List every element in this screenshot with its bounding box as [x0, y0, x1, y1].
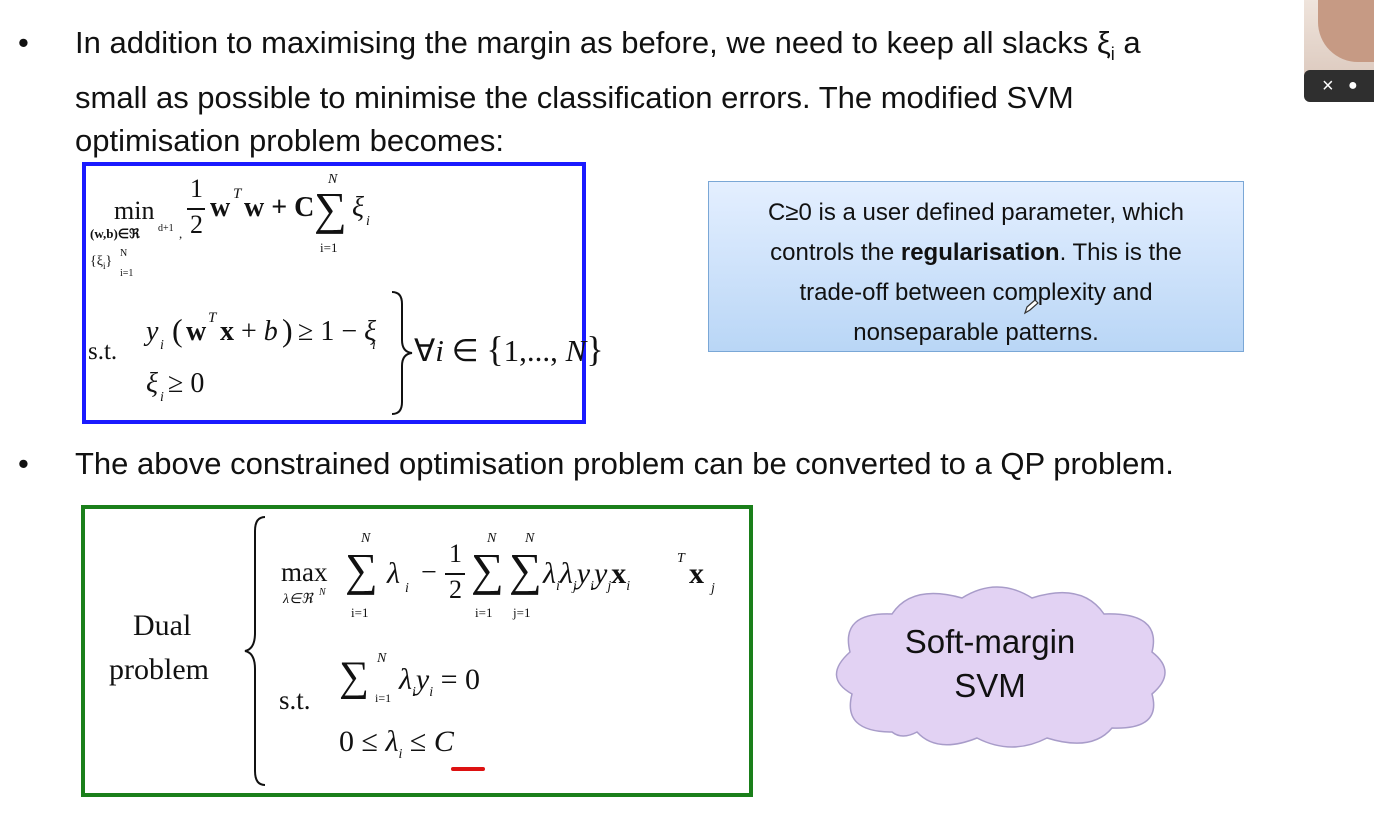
- note-line-1: C≥0 is a user defined parameter, which: [767, 199, 1185, 226]
- note-line-2: controls the regularisation. This is the: [770, 239, 1182, 266]
- c-underline: [451, 767, 485, 771]
- half-numerator: 1: [190, 174, 203, 203]
- video-controls: × ●: [1304, 70, 1374, 102]
- note-bold-term: regularisation: [900, 239, 1060, 266]
- soft-margin-svm-label: Soft-margin SVM: [904, 623, 1076, 704]
- note-line-3: trade-off between complexity and: [799, 279, 1153, 306]
- objective-w-plus-c: w + C: [244, 192, 315, 223]
- min-superscript: d+1: [158, 223, 174, 234]
- constraint-2: ξ: [146, 368, 158, 399]
- min-operator: min: [114, 196, 155, 225]
- dual-constraint-1: λiyi = 0: [399, 663, 481, 700]
- right-brace: [391, 291, 413, 415]
- note-line-4: nonseparable patterns.: [853, 319, 1099, 346]
- bullet-dot: •: [18, 25, 29, 60]
- max-operator: max: [281, 557, 328, 587]
- quadratic-term: λiλjyiyjxi: [543, 557, 631, 594]
- forall-condition: ∀i ∈ {1,..., N}: [414, 329, 604, 369]
- half-denominator: 2: [190, 210, 203, 239]
- record-dot-icon[interactable]: ●: [1348, 70, 1358, 102]
- sum-symbol: ∑: [314, 183, 347, 234]
- bullet-text: The above constrained optimisation probl…: [75, 446, 1174, 481]
- bullet-line-2: small as possible to minimise the classi…: [75, 80, 1074, 116]
- bullet-dot: •: [18, 446, 29, 481]
- slack-xi: ξ: [352, 192, 364, 223]
- bullet-text: In addition to maximising the margin as …: [75, 21, 1325, 162]
- objective-w: w: [210, 192, 231, 223]
- dual-label-line-1: Dual: [133, 609, 192, 642]
- dual-subject-to: s.t.: [279, 685, 311, 715]
- constraint-1: y: [146, 316, 159, 347]
- left-brace: [244, 516, 266, 786]
- regularisation-note: C≥0 is a user defined parameter, which c…: [708, 181, 1244, 352]
- pen-cursor-icon: [1023, 299, 1039, 315]
- bullet-line-3: optimisation problem becomes:: [75, 123, 505, 159]
- bullet-line-1-tail: a: [1114, 25, 1141, 60]
- dual-constraint-2: 0 ≤ λi ≤ C: [339, 725, 454, 762]
- min-subscript: (w,b)∈ℜ: [90, 226, 140, 241]
- subject-to-label: s.t.: [88, 338, 118, 365]
- close-video-icon[interactable]: ×: [1322, 70, 1334, 102]
- dual-label-line-2: problem: [109, 653, 209, 686]
- primal-formula: min (w,b)∈ℜ d+1 , {ξi} N i=1 1 2 w T w +…: [82, 162, 604, 424]
- bullet-line-1: In addition to maximising the margin as …: [75, 25, 1111, 60]
- dual-formula: Dual problem max λ∈ℜ N N ∑ i=1 λ i − 1 2…: [81, 505, 753, 797]
